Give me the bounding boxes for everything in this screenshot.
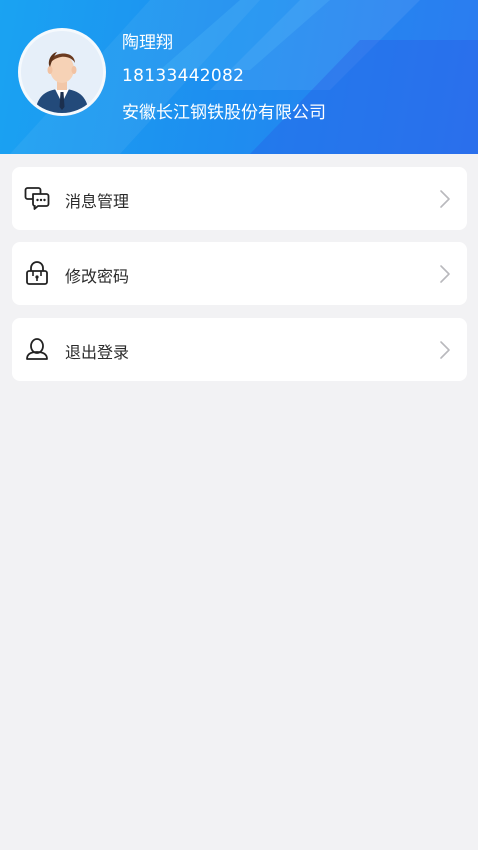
menu-item-message-management[interactable]: 消息管理 <box>12 167 467 230</box>
profile-header: 陶理翔 18133442082 安徽长江钢铁股份有限公司 <box>0 0 478 154</box>
menu-item-logout[interactable]: 退出登录 <box>12 318 467 381</box>
menu-item-label: 消息管理 <box>65 192 130 211</box>
user-company: 安徽长江钢铁股份有限公司 <box>122 103 326 123</box>
menu-item-change-password[interactable]: 修改密码 <box>12 242 467 305</box>
chevron-right-icon <box>440 190 450 208</box>
avatar[interactable] <box>18 28 106 116</box>
chevron-right-icon <box>440 341 450 359</box>
user-avatar-icon <box>21 31 103 113</box>
message-icon <box>24 187 50 210</box>
menu-item-label: 修改密码 <box>65 267 130 286</box>
lock-icon <box>26 261 48 285</box>
user-logout-icon <box>26 338 48 360</box>
chevron-right-icon <box>440 265 450 283</box>
profile-page: 陶理翔 18133442082 安徽长江钢铁股份有限公司 消息管理 修改密码 退… <box>0 0 478 850</box>
user-name: 陶理翔 <box>122 33 173 53</box>
user-phone: 18133442082 <box>122 66 245 86</box>
menu-item-label: 退出登录 <box>65 343 130 362</box>
